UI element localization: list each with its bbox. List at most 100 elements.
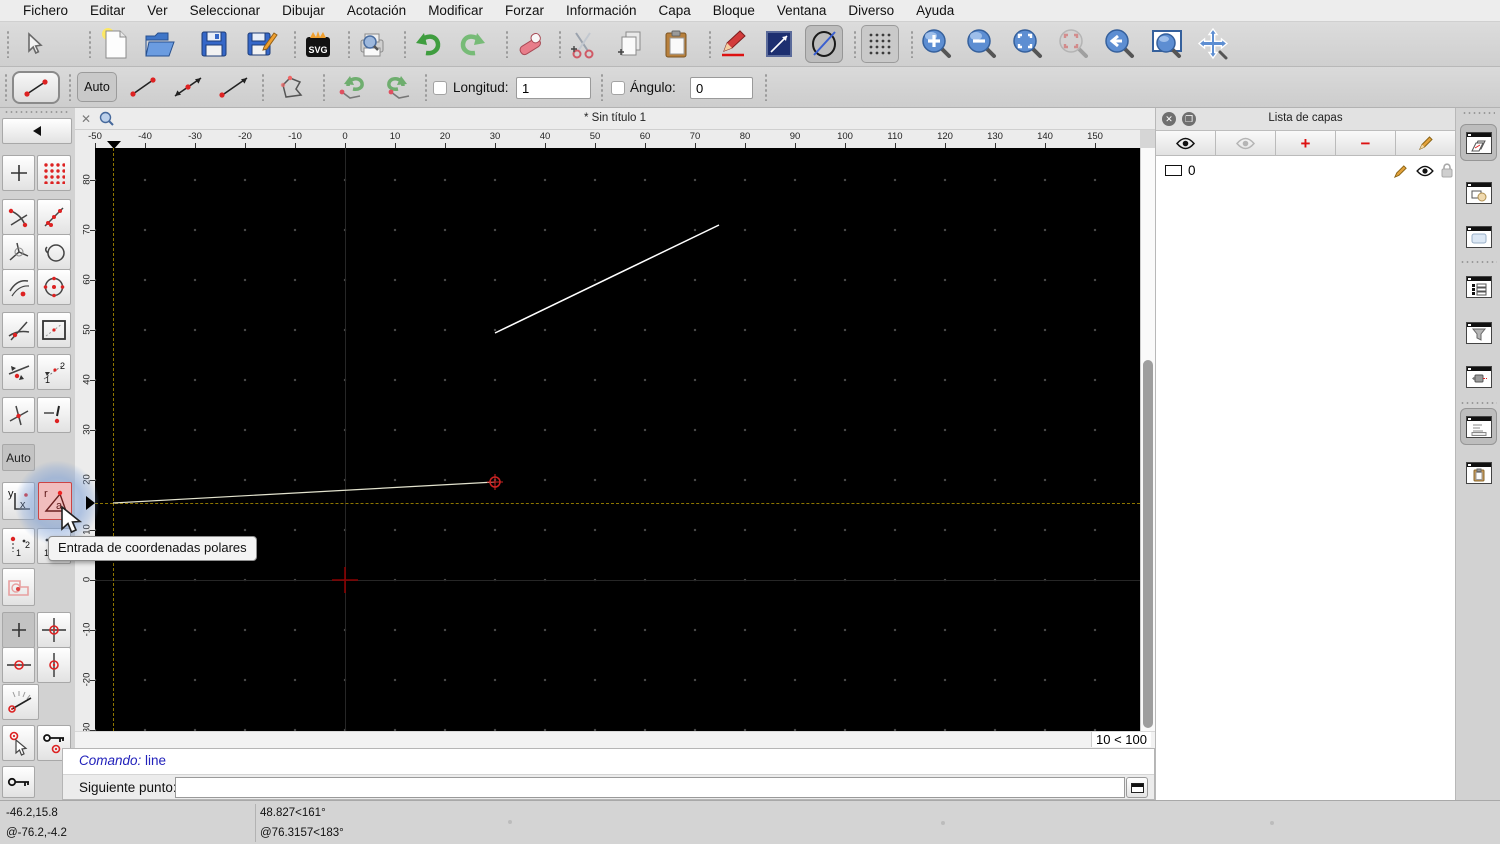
pick-relative-zero-button[interactable] bbox=[2, 725, 35, 761]
zoom-window-button[interactable] bbox=[1148, 25, 1186, 63]
command-window-toggle-button[interactable] bbox=[1126, 777, 1148, 798]
dock-command-options-button[interactable] bbox=[1460, 268, 1497, 305]
lock-layer-button[interactable] bbox=[2, 766, 35, 798]
menu-item-12[interactable]: Diverso bbox=[837, 3, 905, 18]
menu-item-11[interactable]: Ventana bbox=[766, 3, 838, 18]
polyline-tool-button[interactable] bbox=[272, 72, 314, 102]
relative-zero-free-button[interactable] bbox=[2, 612, 35, 648]
save-as-button[interactable] bbox=[243, 25, 281, 63]
snap-on-entity-button[interactable] bbox=[37, 199, 71, 235]
save-button[interactable] bbox=[195, 25, 233, 63]
grid-toggle-button[interactable] bbox=[861, 25, 899, 63]
cut-button[interactable] bbox=[564, 25, 602, 63]
undo-segment-button[interactable] bbox=[331, 71, 373, 103]
dock-library-browser-button[interactable] bbox=[1460, 218, 1497, 255]
zoom-previous-button[interactable] bbox=[1101, 25, 1139, 63]
menu-item-0[interactable]: Fichero bbox=[12, 3, 79, 18]
remove-layer-button[interactable]: − bbox=[1336, 131, 1396, 156]
length-checkbox[interactable] bbox=[433, 81, 447, 95]
restrict-nothing-button[interactable] bbox=[2, 397, 35, 433]
dock-filter-button[interactable] bbox=[1460, 314, 1497, 351]
coord-cartesian-button[interactable]: yx bbox=[2, 482, 35, 520]
restrict-snap-box-button[interactable] bbox=[37, 312, 71, 348]
undo-button[interactable] bbox=[409, 25, 447, 63]
zoom-auto-button[interactable] bbox=[1009, 25, 1047, 63]
redo-segment-button[interactable] bbox=[378, 71, 420, 103]
new-document-button[interactable] bbox=[96, 25, 134, 63]
delete-eraser-button[interactable] bbox=[511, 25, 549, 63]
layer-edit-pencil-icon[interactable] bbox=[1393, 164, 1408, 179]
command-input[interactable] bbox=[175, 777, 1125, 798]
draft-mode-button[interactable] bbox=[805, 25, 843, 63]
layer-visibility-eye-icon[interactable] bbox=[1416, 165, 1434, 177]
menu-item-6[interactable]: Modificar bbox=[417, 3, 494, 18]
dock-pen-palette-button[interactable] bbox=[1460, 358, 1497, 395]
attributes-pen-button[interactable] bbox=[714, 25, 752, 63]
hruler-label: 50 bbox=[589, 131, 601, 142]
snap-intersection-button[interactable] bbox=[2, 234, 35, 270]
zoom-in-button[interactable] bbox=[918, 25, 956, 63]
relative-point-1-button[interactable]: 12 bbox=[2, 528, 35, 564]
menu-item-4[interactable]: Dibujar bbox=[271, 3, 336, 18]
line-tool-button[interactable] bbox=[12, 71, 60, 104]
menu-item-10[interactable]: Bloque bbox=[702, 3, 766, 18]
auto-line-button[interactable]: Auto bbox=[77, 72, 117, 102]
collapse-toolbar-button[interactable] bbox=[2, 118, 72, 144]
vertical-scrollbar[interactable] bbox=[1140, 148, 1155, 731]
dock-command-line-button[interactable] bbox=[1460, 408, 1497, 445]
show-all-layers-button[interactable] bbox=[1156, 131, 1216, 156]
restrict-orthogonal-button[interactable] bbox=[2, 354, 35, 390]
snap-distance-button[interactable] bbox=[2, 269, 35, 305]
restrict-points-button[interactable]: 12 bbox=[37, 354, 71, 390]
open-file-button[interactable] bbox=[141, 25, 179, 63]
menu-item-8[interactable]: Información bbox=[555, 3, 648, 18]
snap-middle-manual-button[interactable] bbox=[2, 568, 35, 606]
dock-layer-list-button[interactable] bbox=[1460, 124, 1497, 161]
edit-layer-button[interactable] bbox=[1396, 131, 1455, 156]
print-preview-button[interactable] bbox=[353, 25, 391, 63]
svg-export-button[interactable]: SVG bbox=[299, 25, 337, 63]
snap-free-button[interactable] bbox=[2, 155, 35, 191]
drawing-canvas[interactable] bbox=[95, 148, 1140, 731]
menu-item-7[interactable]: Forzar bbox=[494, 3, 555, 18]
restrict-vertical-button[interactable] bbox=[37, 647, 71, 683]
paste-button[interactable] bbox=[658, 25, 696, 63]
menu-item-2[interactable]: Ver bbox=[136, 3, 178, 18]
menu-item-3[interactable]: Seleccionar bbox=[179, 3, 272, 18]
vertical-scrollbar-thumb[interactable] bbox=[1143, 360, 1153, 728]
ortho-mode-button[interactable] bbox=[760, 25, 798, 63]
layer-lock-icon[interactable] bbox=[1441, 163, 1453, 178]
angle-input[interactable] bbox=[690, 77, 753, 99]
selection-pointer-icon[interactable] bbox=[14, 25, 52, 63]
snap-endpoints-button[interactable] bbox=[2, 199, 35, 235]
menu-item-5[interactable]: Acotación bbox=[336, 3, 417, 18]
redo-button[interactable] bbox=[454, 25, 492, 63]
snap-intersection-manual-button[interactable] bbox=[2, 312, 35, 348]
add-layer-button[interactable]: + bbox=[1276, 131, 1336, 156]
hide-all-layers-button[interactable] bbox=[1216, 131, 1276, 156]
snap-exclusive-button[interactable] bbox=[37, 397, 71, 433]
dock-clipboard-button[interactable] bbox=[1460, 454, 1497, 491]
pan-button[interactable] bbox=[1194, 25, 1232, 63]
angle-gauge-button[interactable] bbox=[2, 684, 39, 720]
snap-middle-button[interactable] bbox=[37, 234, 71, 270]
menu-item-9[interactable]: Capa bbox=[648, 3, 702, 18]
menu-item-13[interactable]: Ayuda bbox=[905, 3, 965, 18]
line-angle-both-button[interactable] bbox=[168, 72, 208, 102]
layer-row[interactable]: 0 bbox=[1156, 160, 1455, 182]
angle-checkbox[interactable] bbox=[611, 81, 625, 95]
horizontal-scrollbar[interactable]: 10 < 100 bbox=[75, 731, 1155, 748]
length-input[interactable] bbox=[516, 77, 591, 99]
dock-block-list-button[interactable] bbox=[1460, 174, 1497, 211]
snap-auto-button[interactable]: Auto bbox=[2, 444, 35, 471]
line-angle-button[interactable] bbox=[214, 72, 254, 102]
line-two-points-button[interactable] bbox=[124, 72, 162, 102]
copy-button[interactable] bbox=[612, 25, 650, 63]
set-relative-zero-button[interactable] bbox=[37, 612, 71, 648]
zoom-selected-button[interactable] bbox=[1055, 25, 1093, 63]
restrict-horizontal-button[interactable] bbox=[2, 647, 35, 683]
zoom-out-button[interactable] bbox=[963, 25, 1001, 63]
menu-item-1[interactable]: Editar bbox=[79, 3, 136, 18]
snap-center-button[interactable] bbox=[37, 269, 71, 305]
snap-grid-button[interactable] bbox=[37, 155, 71, 191]
